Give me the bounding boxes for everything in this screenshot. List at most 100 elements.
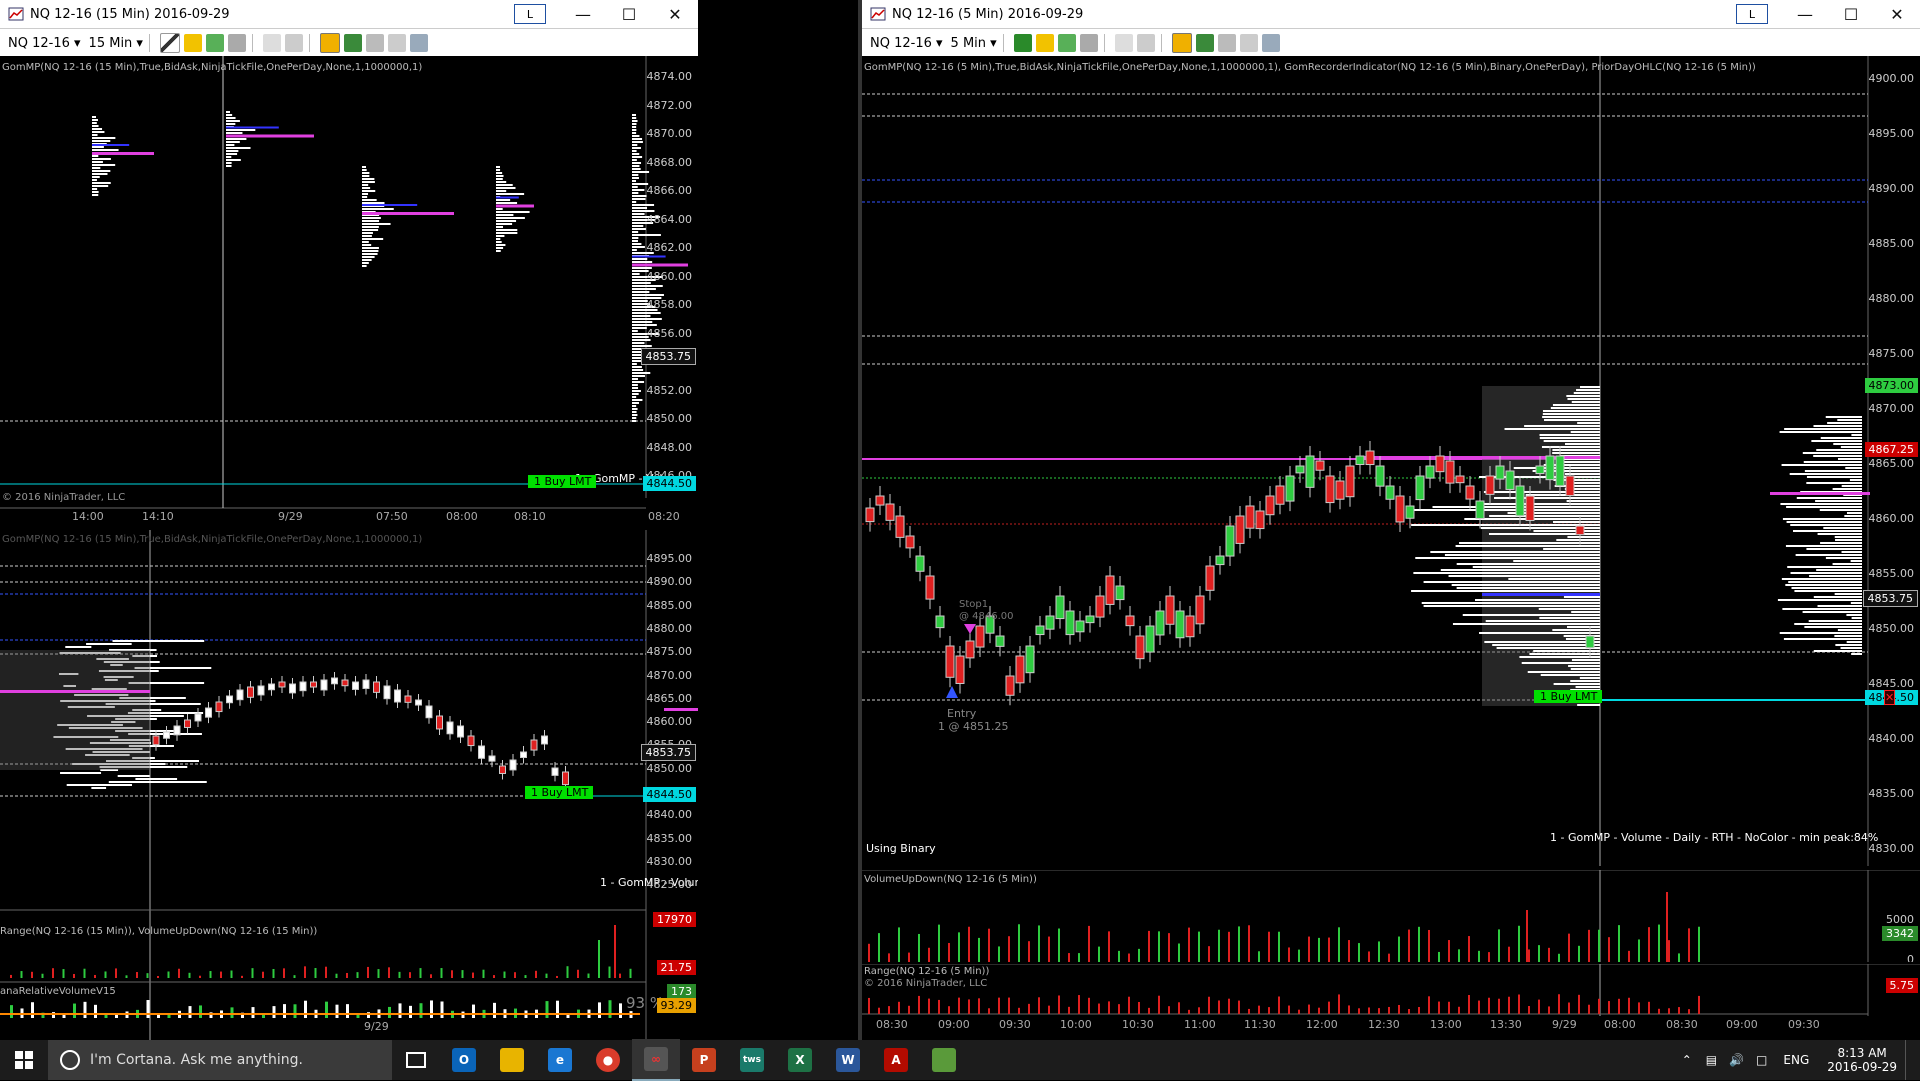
- cursor-icon[interactable]: [262, 34, 281, 52]
- profile-bar: [362, 235, 372, 237]
- ninjatrader-icon[interactable]: ∞: [632, 1039, 680, 1081]
- range-bar: [1588, 1004, 1590, 1014]
- excel-icon[interactable]: X: [776, 1040, 824, 1080]
- volume-bar: [356, 972, 359, 978]
- minimize-icon[interactable]: —: [560, 0, 606, 28]
- instrument-selector[interactable]: NQ 12-16 ▾: [870, 36, 943, 51]
- right-chart-window[interactable]: NQ 12-16 (5 Min) 2016-09-29 L — ☐ ✕ NQ 1…: [862, 0, 1920, 1040]
- notification-icon[interactable]: □: [1756, 1053, 1767, 1067]
- price-tick: 4840.00: [646, 808, 693, 822]
- left-top-chart[interactable]: GomMP(NQ 12-16 (15 Min),True,BidAsk,Ninj…: [0, 56, 698, 528]
- drawing-tool-icon[interactable]: [183, 34, 202, 52]
- green-app-icon[interactable]: [920, 1040, 968, 1080]
- profile-bar: [1540, 674, 1600, 676]
- snapshot-icon[interactable]: [1217, 34, 1236, 52]
- strategy-icon[interactable]: [1057, 34, 1076, 52]
- range-bar: [1438, 1001, 1440, 1014]
- properties-icon[interactable]: [1239, 34, 1258, 52]
- buy-limit-order[interactable]: 1 Buy LMT: [1534, 690, 1602, 703]
- price-axis[interactable]: 4900.00 4895.00 4890.00 4885.00 4880.00 4875.…: [1868, 56, 1920, 866]
- profile-bar: [632, 126, 637, 128]
- profile-bar: [1832, 563, 1862, 565]
- task-view-icon[interactable]: [392, 1040, 440, 1080]
- clock[interactable]: 8:13 AM 2016-09-29: [1827, 1046, 1897, 1074]
- chrome-icon[interactable]: ●: [584, 1040, 632, 1080]
- word-icon[interactable]: W: [824, 1040, 872, 1080]
- buy-limit-order[interactable]: 1 Buy LMT: [525, 786, 593, 799]
- profile-bar: [496, 250, 501, 252]
- profile-bar: [496, 232, 518, 234]
- volume-icon[interactable]: 🔊: [1729, 1053, 1744, 1067]
- cancel-order-icon[interactable]: ✕: [1884, 690, 1896, 705]
- left-chart-window[interactable]: NQ 12-16 (15 Min) 2016-09-29 L — ☐ ✕ NQ …: [0, 0, 698, 1040]
- chart-trader-icon[interactable]: [319, 33, 340, 53]
- interval-selector[interactable]: 15 Min ▾: [89, 36, 143, 51]
- data-box-icon[interactable]: [1195, 34, 1214, 52]
- show-desktop-button[interactable]: [1905, 1040, 1912, 1080]
- right-price-chart[interactable]: GomMP(NQ 12-16 (5 Min),True,BidAsk,Ninja…: [862, 56, 1920, 866]
- strategy-icon[interactable]: [205, 34, 224, 52]
- acrobat-icon[interactable]: A: [872, 1040, 920, 1080]
- relvol-bar: [272, 1006, 276, 1018]
- zoom-icon[interactable]: [284, 34, 303, 52]
- left-titlebar[interactable]: NQ 12-16 (15 Min) 2016-09-29 L — ☐ ✕: [0, 0, 698, 28]
- tws-icon[interactable]: tws: [728, 1040, 776, 1080]
- profile-bar: [632, 363, 637, 365]
- price-tick: 4870.00: [646, 127, 693, 140]
- drawing-tool-icon[interactable]: [1035, 34, 1054, 52]
- edge-icon[interactable]: e: [536, 1040, 584, 1080]
- link-button[interactable]: L: [1736, 4, 1768, 24]
- time-axis[interactable]: 14:0014:109/2907:5008:0008:1008:2008:30: [0, 508, 680, 528]
- cortana-search-box[interactable]: I'm Cortana. Ask me anything.: [48, 1040, 392, 1080]
- indicator-icon[interactable]: [227, 34, 246, 52]
- right-volume-pane[interactable]: VolumeUpDown(NQ 12-16 (5 Min)) 5000 0 33…: [862, 870, 1920, 962]
- volume-bar: [577, 969, 579, 978]
- volume-bar: [978, 937, 980, 962]
- right-range-pane[interactable]: Range(NQ 12-16 (5 Min)) © 2016 NinjaTrad…: [862, 964, 1920, 1040]
- price-axis[interactable]: 4874.00 4872.00 4870.00 4868.00 4866.00 4864.…: [646, 56, 698, 498]
- candle-body: [184, 719, 191, 728]
- candle-body: [394, 689, 401, 703]
- maximize-icon[interactable]: ☐: [1828, 0, 1874, 28]
- volume-bar: [1048, 936, 1050, 962]
- profile-bar: [1840, 446, 1862, 448]
- price-tick: 4872.00: [646, 98, 693, 112]
- buy-limit-order[interactable]: 1 Buy LMT: [528, 475, 596, 488]
- relvol-bar: [325, 1001, 328, 1018]
- range-bar: [1268, 1007, 1270, 1014]
- powerpoint-icon[interactable]: P: [680, 1040, 728, 1080]
- cursor-icon[interactable]: [1114, 34, 1133, 52]
- indicator-icon[interactable]: [1079, 34, 1098, 52]
- time-axis[interactable]: 08:30 09:00 09:30 10:00 10:30 11:00 11:30 12:00…: [862, 1016, 1862, 1036]
- close-icon[interactable]: ✕: [1874, 0, 1920, 28]
- properties-icon[interactable]: [387, 34, 406, 52]
- chart-style-icon[interactable]: [159, 33, 180, 53]
- relvol-value-tag: 173: [667, 984, 696, 999]
- language-indicator[interactable]: ENG: [1783, 1053, 1809, 1067]
- last-price-tag: 4853.75: [640, 348, 696, 365]
- maximize-icon[interactable]: ☐: [606, 0, 652, 28]
- instrument-selector[interactable]: NQ 12-16 ▾: [8, 36, 81, 51]
- close-icon[interactable]: ✕: [652, 0, 698, 28]
- right-titlebar[interactable]: NQ 12-16 (5 Min) 2016-09-29 L — ☐ ✕: [862, 0, 1920, 28]
- network-icon[interactable]: ▤: [1706, 1053, 1717, 1067]
- link-button[interactable]: L: [514, 4, 546, 24]
- snapshot-icon[interactable]: [365, 34, 384, 52]
- templates-icon[interactable]: [1261, 34, 1280, 52]
- price-axis[interactable]: 4895.00 4890.00 4885.00 4880.00 4875.00 4870.…: [646, 530, 698, 910]
- templates-icon[interactable]: [409, 34, 428, 52]
- profile-bar: [1783, 638, 1862, 640]
- volume-bar: [566, 966, 569, 978]
- outlook-icon[interactable]: O: [440, 1040, 488, 1080]
- tray-chevron-icon[interactable]: ⌃: [1682, 1053, 1692, 1067]
- start-button[interactable]: [0, 1040, 48, 1080]
- chart-style-icon[interactable]: [1013, 34, 1032, 52]
- left-bottom-chart[interactable]: GomMP(NQ 12-16 (15 Min),True,BidAsk,Ninj…: [0, 530, 698, 1040]
- interval-selector[interactable]: 5 Min ▾: [951, 36, 997, 51]
- zoom-icon[interactable]: [1136, 34, 1155, 52]
- profile-bar: [362, 241, 369, 243]
- chart-trader-icon[interactable]: [1171, 33, 1192, 53]
- minimize-icon[interactable]: —: [1782, 0, 1828, 28]
- data-box-icon[interactable]: [343, 34, 362, 52]
- file-explorer-icon[interactable]: [488, 1040, 536, 1080]
